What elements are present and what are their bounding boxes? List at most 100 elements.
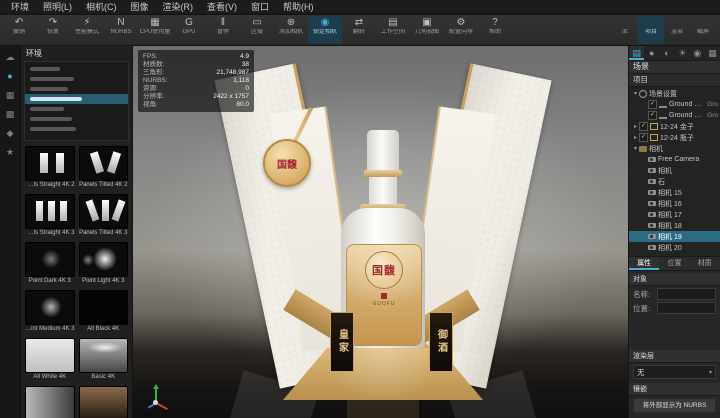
- library-panel: ☁ ● ▦ ▩ ◆ ★ 环境: [0, 46, 133, 418]
- expander-icon[interactable]: ▸: [632, 134, 639, 141]
- visibility-checkbox[interactable]: ✓: [648, 100, 657, 109]
- realtime-viewport[interactable]: 国馥 GUOFU 国馥 皇家 御酒 FPS:: [133, 46, 628, 418]
- scene-tree-row[interactable]: ▾ 相机: [629, 143, 720, 154]
- expander-icon[interactable]: ▸: [632, 123, 639, 130]
- folder-row[interactable]: [25, 124, 128, 134]
- render-icon[interactable]: 渲染: [664, 16, 690, 44]
- expander-icon[interactable]: ▾: [632, 90, 639, 97]
- menu-item[interactable]: 查看(V): [200, 0, 244, 14]
- screenshot-icon[interactable]: 截屏: [690, 16, 716, 44]
- menu-item[interactable]: 帮助(H): [276, 0, 321, 14]
- pause-icon[interactable]: ‖ 暂停: [206, 16, 240, 44]
- library-icon[interactable]: 库: [612, 16, 638, 44]
- undo-icon[interactable]: ↶ 撤销: [2, 16, 36, 44]
- wizard-icon[interactable]: ⚙ 配置向导: [444, 16, 478, 44]
- scene-tree-row[interactable]: 相机 16: [629, 198, 720, 209]
- menu-item[interactable]: 渲染(R): [156, 0, 201, 14]
- menu-item[interactable]: 图像: [124, 0, 156, 14]
- scene-tree-row[interactable]: 相机 19: [629, 231, 720, 242]
- gpu-icon[interactable]: G GPU: [172, 16, 206, 44]
- environment-thumbnail[interactable]: [79, 386, 129, 418]
- folder-row[interactable]: [25, 104, 128, 114]
- tab-camera-icon[interactable]: ◉: [690, 46, 705, 60]
- environment-thumbnail[interactable]: 2 Panels Tilted 4K: [79, 146, 129, 190]
- folder-row[interactable]: [25, 74, 128, 84]
- folder-row[interactable]: [25, 84, 128, 94]
- tree-item-label: Free Camera: [658, 156, 716, 163]
- cpu-usage-icon[interactable]: ▦ CPU使用量: [138, 16, 172, 44]
- materials-icon[interactable]: ◆: [3, 127, 17, 140]
- flip-icon[interactable]: ⇄ 翻转: [342, 16, 376, 44]
- menu-item[interactable]: 相机(C): [79, 0, 124, 14]
- environments-icon[interactable]: ●: [3, 70, 17, 83]
- tab-environment-icon[interactable]: ◐: [659, 46, 674, 60]
- environment-thumbnail[interactable]: 3 Panels Straight 4K: [25, 194, 75, 238]
- property-tab[interactable]: 属性: [629, 257, 659, 270]
- visibility-checkbox[interactable]: ✓: [639, 133, 648, 142]
- cloud-library-icon[interactable]: ☁: [3, 51, 17, 64]
- geometry-view-icon[interactable]: ▣ 几何视图: [410, 16, 444, 44]
- field-input[interactable]: [657, 302, 716, 314]
- scene-tree-row[interactable]: 相机 17: [629, 209, 720, 220]
- project-icon[interactable]: 项目: [638, 16, 664, 44]
- show-exterior-as-nurbs-button[interactable]: 将外部显示为 NURBS: [633, 398, 716, 413]
- region-icon[interactable]: ▭ 区域: [240, 16, 274, 44]
- environment-thumbnail[interactable]: 3 Point Medium 4K: [25, 290, 75, 334]
- medallion-text: 国馥: [277, 156, 297, 171]
- environment-thumbnail[interactable]: 3 Point Light 4K: [79, 242, 129, 286]
- environment-thumbnail[interactable]: 2 Panels Straight 4K: [25, 146, 75, 190]
- lock-camera-icon[interactable]: ◉ 锁定相机: [308, 16, 342, 44]
- scene-tree-row[interactable]: ▸ ✓ 12-24 金子: [629, 121, 720, 132]
- environment-thumbnail[interactable]: All Black 4K: [79, 290, 129, 334]
- environment-thumbnail[interactable]: 3 Point Dark 4K: [25, 242, 75, 286]
- tree-item-label: 12-24 金子: [660, 122, 716, 132]
- property-tab[interactable]: 位置: [659, 257, 689, 270]
- menu-item[interactable]: 照明(L): [36, 0, 79, 14]
- environment-thumbnail[interactable]: 3 Panels Tilted 4K: [79, 194, 129, 238]
- environment-thumbnail[interactable]: All White 4K: [25, 338, 75, 382]
- scene-tree-row[interactable]: 相机 15: [629, 187, 720, 198]
- tree-item-label: 相机 16: [658, 199, 716, 209]
- favorites-icon[interactable]: ★: [3, 146, 17, 159]
- expander-icon[interactable]: ▾: [632, 145, 639, 152]
- library-folder-tree[interactable]: [24, 61, 129, 141]
- tab-material-icon[interactable]: ●: [644, 46, 659, 60]
- scene-tree-row[interactable]: 石: [629, 176, 720, 187]
- environment-thumbnail[interactable]: Basic 4K: [79, 338, 129, 382]
- field-label: 名称:: [633, 289, 655, 300]
- backplates-icon[interactable]: ▦: [3, 89, 17, 102]
- menu-item[interactable]: 环境: [4, 0, 36, 14]
- scene-tree-row[interactable]: Free Camera: [629, 154, 720, 165]
- performance-mode-icon[interactable]: ⚡ 性能模式: [70, 16, 104, 44]
- workspace-icon[interactable]: ▤ 工作空间: [376, 16, 410, 44]
- visibility-checkbox[interactable]: ✓: [648, 111, 657, 120]
- visibility-checkbox[interactable]: ✓: [639, 122, 648, 131]
- scene-tree-row[interactable]: ✓ Ground plane Gro: [629, 99, 720, 110]
- hud-row: 资源: 0: [143, 85, 249, 93]
- folder-row[interactable]: [25, 114, 128, 124]
- environment-thumbnail[interactable]: [25, 386, 75, 418]
- scene-panel: ▤ ● ◐ ☀ ◉ ▦ 场景 项目: [628, 46, 720, 418]
- folder-row-selected[interactable]: [25, 94, 128, 104]
- tab-lighting-icon[interactable]: ☀: [675, 46, 690, 60]
- scene-tree-row[interactable]: ▸ ✓ 12-24 瓶子: [629, 132, 720, 143]
- tree-item-label: 石: [658, 177, 716, 187]
- folder-row[interactable]: [25, 64, 128, 74]
- menu-item[interactable]: 窗口: [244, 0, 276, 14]
- scene-tree-row[interactable]: 相机 18: [629, 220, 720, 231]
- nurbs-icon[interactable]: N NURBS: [104, 16, 138, 44]
- tab-image-icon[interactable]: ▦: [705, 46, 720, 60]
- redo-icon[interactable]: ↷ 恢复: [36, 16, 70, 44]
- tab-scene-icon[interactable]: ▤: [629, 46, 644, 60]
- scene-tree-row[interactable]: 相机 20: [629, 242, 720, 253]
- property-tab[interactable]: 材质: [690, 257, 720, 270]
- scene-tree-row[interactable]: ▾ 场景设置: [629, 88, 720, 99]
- scene-tree-row[interactable]: ✓ Ground plane Gro: [629, 110, 720, 121]
- field-input[interactable]: [657, 288, 716, 300]
- toolbar-right-group: 库 项目 渲染 截屏: [612, 15, 718, 45]
- help-icon[interactable]: ? 帮助: [478, 16, 512, 44]
- scene-tree-row[interactable]: 相机: [629, 165, 720, 176]
- textures-icon[interactable]: ▩: [3, 108, 17, 121]
- render-layer-select[interactable]: 无 ▾: [633, 365, 716, 379]
- add-camera-icon[interactable]: ⊕ 添加相机: [274, 16, 308, 44]
